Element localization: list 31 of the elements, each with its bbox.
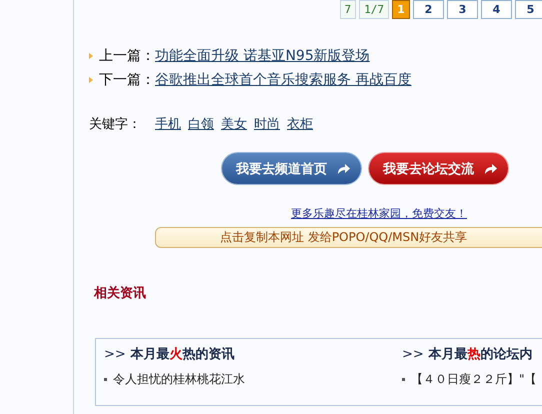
keyword-link[interactable]: 白领 xyxy=(188,115,214,133)
share-bar[interactable]: 点击复制本网址 发给POPO/QQ/MSN好友共享 xyxy=(155,227,542,248)
page-link[interactable]: 4 xyxy=(481,0,512,19)
page-link[interactable]: 5 xyxy=(515,0,542,19)
nav-label: 下一篇： xyxy=(99,71,155,89)
keyword-link[interactable]: 手机 xyxy=(155,115,181,133)
bullet-icon xyxy=(402,378,405,381)
bullet-icon xyxy=(104,378,107,381)
nav-label: 上一篇： xyxy=(99,47,155,65)
bullet-icon xyxy=(89,53,93,59)
article-link[interactable]: 令人担忧的桂林桃花江水 xyxy=(113,371,245,388)
page-count: 7 xyxy=(340,0,356,19)
panel-heading: >> 本月最火热的资讯 xyxy=(104,346,236,363)
nav-button[interactable]: 我要去频道首页 xyxy=(222,153,361,184)
keyword-link[interactable]: 美女 xyxy=(221,115,247,133)
article-link[interactable]: 功能全面升级 诺基亚N95新版登场 xyxy=(155,47,370,65)
promo-link[interactable]: 更多乐趣尽在桂林家园，免费交友！ xyxy=(291,206,467,221)
page-link[interactable]: 3 xyxy=(447,0,478,19)
panel-heading: >> 本月最热的论坛内 xyxy=(402,346,534,363)
section-title: 相关资讯 xyxy=(94,284,147,302)
keywords-label: 关键字： xyxy=(89,116,141,133)
bullet-icon xyxy=(89,77,93,83)
article-link[interactable]: 【４０日瘦２２斤】"【 xyxy=(411,371,537,388)
keyword-link[interactable]: 衣柜 xyxy=(287,115,313,133)
arrow-icon xyxy=(482,162,498,176)
page-link[interactable]: 2 xyxy=(413,0,444,19)
arrow-icon xyxy=(335,162,351,176)
nav-button[interactable]: 我要去论坛交流 xyxy=(369,153,508,184)
keyword-link[interactable]: 时尚 xyxy=(254,115,280,133)
article-link[interactable]: 谷歌推出全球首个音乐搜索服务 再战百度 xyxy=(155,71,412,89)
page-ratio: 1/7 xyxy=(359,0,389,19)
